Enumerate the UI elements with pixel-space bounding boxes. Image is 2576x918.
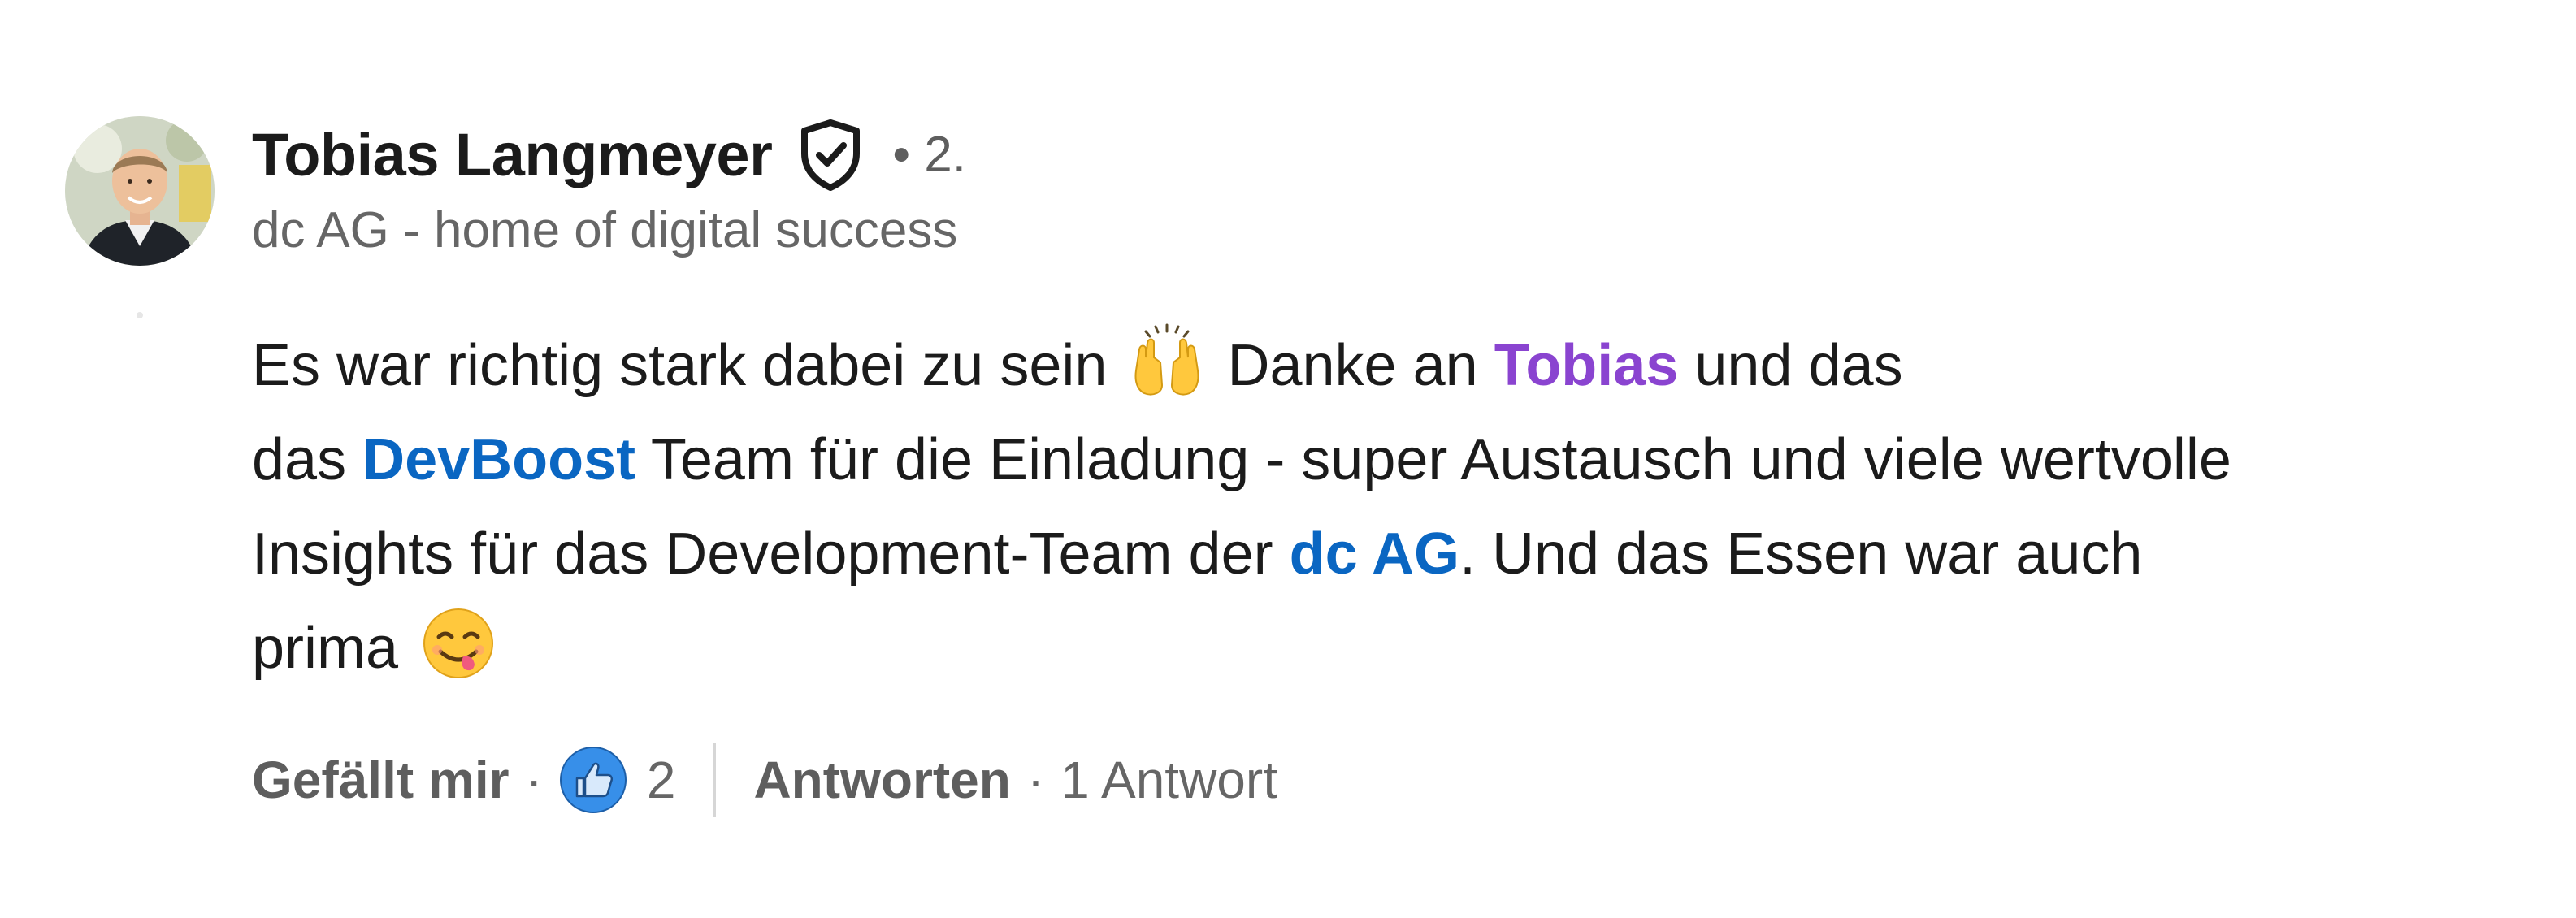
reply-count-link[interactable]: 1 Antwort	[1060, 750, 1277, 810]
reply-button[interactable]: Antworten	[753, 750, 1010, 810]
comment-text-segment: Team für die Einladung - super Austausch…	[635, 427, 2231, 492]
verified-shield-icon[interactable]	[796, 118, 865, 191]
mention-person-tobias[interactable]: Tobias	[1494, 333, 1679, 398]
connection-degree: • 2.	[892, 126, 967, 183]
author-name[interactable]: Tobias Langmeyer	[252, 120, 773, 189]
separator-dot: ·	[1026, 751, 1045, 809]
comment-text-segment: Insights für das Development-Team der	[252, 522, 1290, 587]
comment-header: Tobias Langmeyer • 2.	[252, 114, 966, 195]
comment-line: das DevBoost Team für die Einladung - su…	[252, 413, 2560, 507]
mention-org-dc-ag[interactable]: dc AG	[1290, 522, 1459, 587]
actions-divider	[713, 743, 717, 817]
yum-face-emoji	[419, 604, 497, 682]
separator-dot: ·	[525, 751, 543, 809]
comment-card: Tobias Langmeyer • 2. dc AG - home of di…	[0, 0, 2576, 918]
comment-line: Insights für das Development-Team der dc…	[252, 507, 2560, 601]
raising-hands-emoji	[1128, 322, 1206, 400]
mention-org-devboost[interactable]: DevBoost	[362, 427, 635, 492]
comment-text-segment: . Und das Essen war auch	[1459, 522, 2143, 587]
author-avatar[interactable]	[65, 116, 215, 266]
author-headline: dc AG - home of digital success	[252, 202, 958, 258]
avatar-thread-dot	[137, 312, 143, 318]
comment-text-segment: das	[252, 427, 363, 492]
like-button[interactable]: Gefällt mir	[252, 750, 510, 810]
comment-text-segment: Danke an	[1211, 333, 1494, 398]
comment-text-segment: und das	[1678, 333, 1903, 398]
like-thumbs-up-icon[interactable]	[559, 746, 627, 814]
comment-text-segment: Es war richtig stark dabei zu sein	[252, 333, 1124, 398]
reaction-count[interactable]: 2	[647, 750, 676, 810]
profile-photo-icon	[65, 116, 215, 266]
comment-line: prima	[252, 601, 2560, 695]
comment-line: Es war richtig stark dabei zu sein Danke…	[252, 318, 2560, 413]
comment-text: Es war richtig stark dabei zu sein Danke…	[252, 318, 2560, 695]
comment-text-segment: prima	[252, 616, 415, 681]
comment-actions: Gefällt mir · 2 Antworten · 1 Antwort	[252, 731, 1277, 829]
